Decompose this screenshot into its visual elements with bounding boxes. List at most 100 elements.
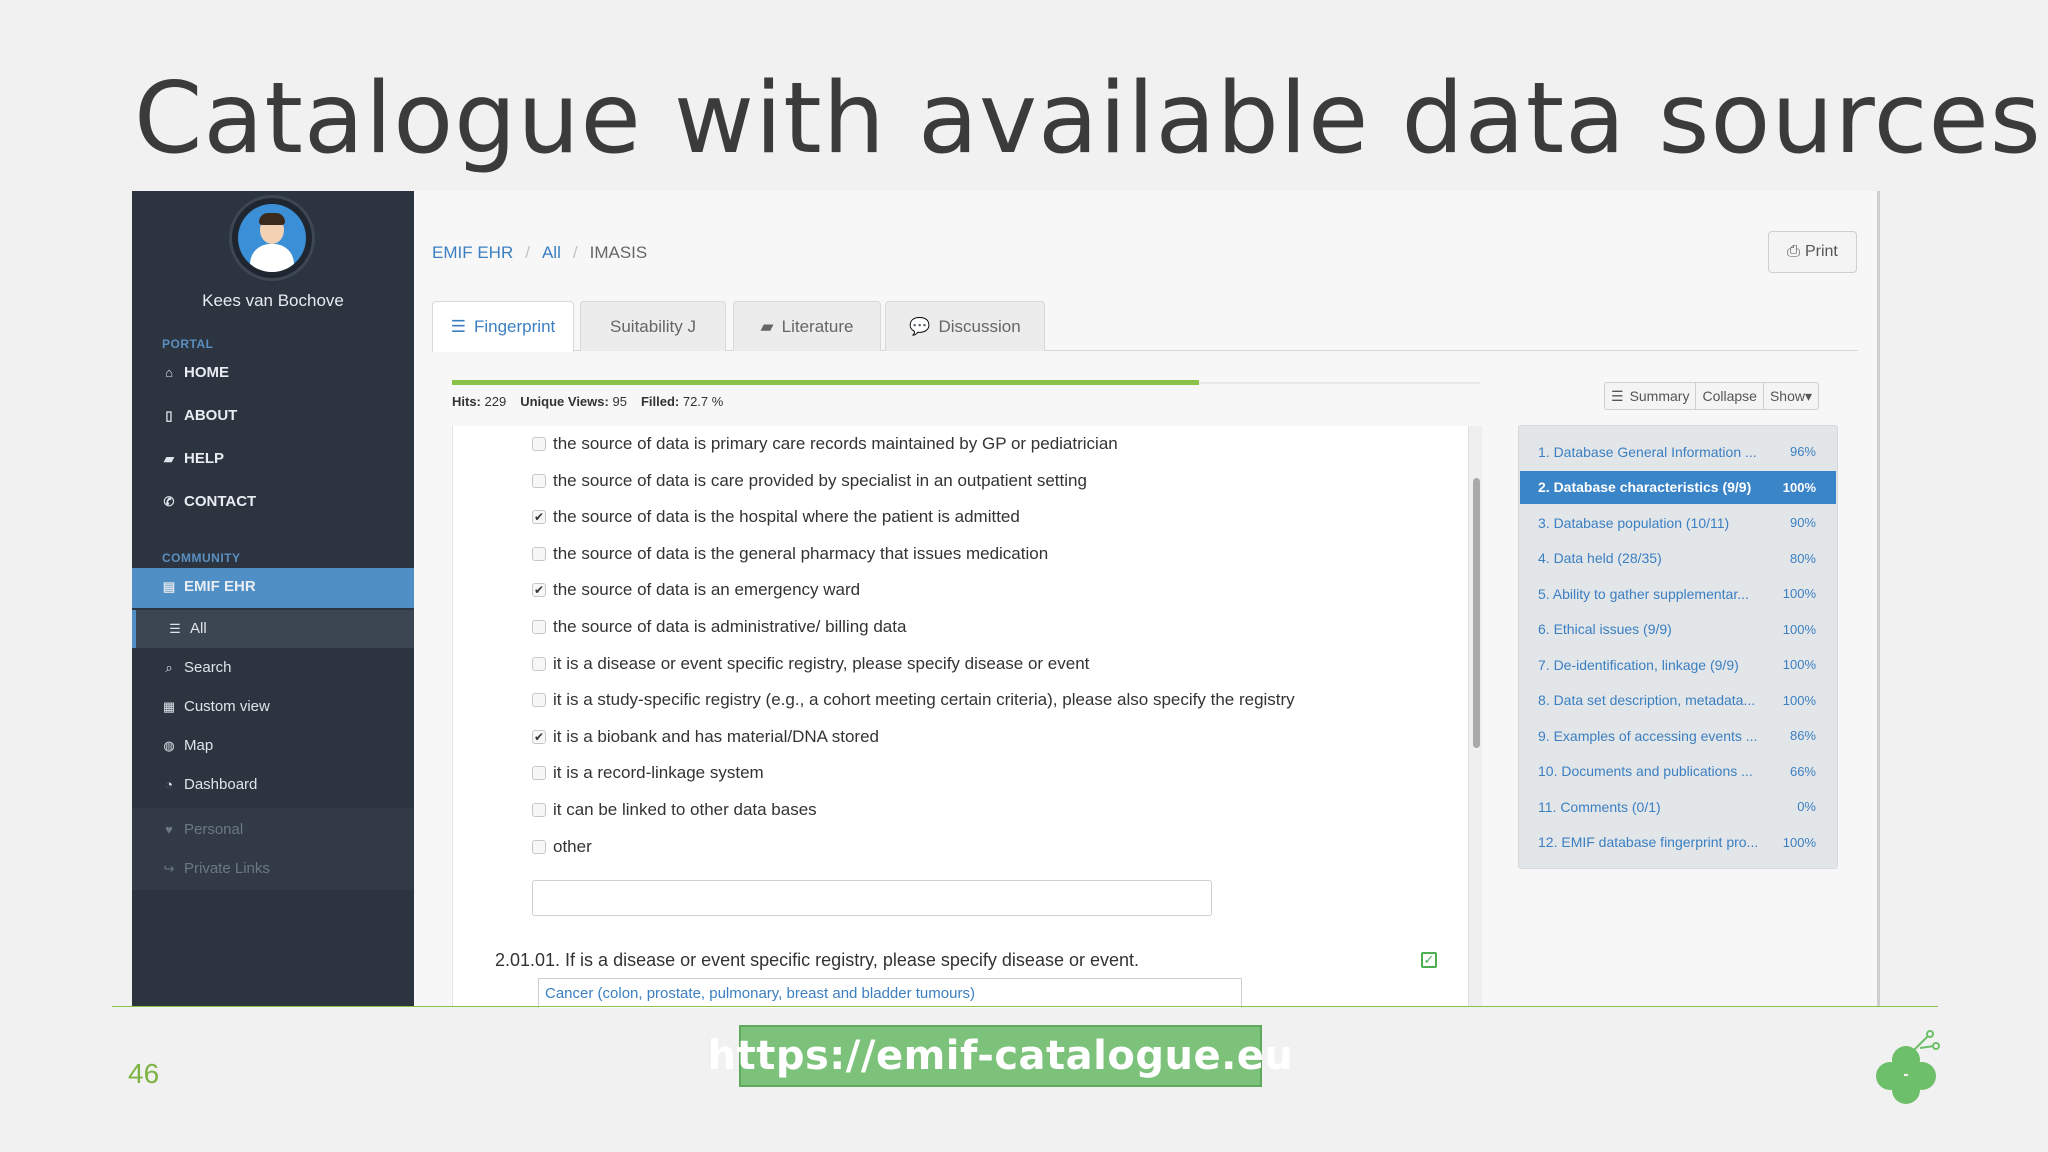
option-label: it is a record-linkage system [553, 763, 764, 783]
checkbox[interactable] [532, 656, 546, 671]
section-link[interactable]: 6. Ethical issues (9/9) 100% [1520, 613, 1836, 646]
breadcrumb-all[interactable]: All [542, 243, 561, 263]
sidebar-item-emif-ehr[interactable]: ▤ EMIF EHR [162, 578, 256, 595]
sidebar-item-custom-view[interactable]: ▦ Custom view [162, 698, 270, 715]
section-link[interactable]: 1. Database General Information ... 96% [1520, 435, 1836, 468]
section-link[interactable]: 12. EMIF database fingerprint pro... 100% [1520, 826, 1836, 859]
checkbox[interactable] [532, 839, 546, 854]
share-icon: ↪ [163, 860, 175, 876]
section-link[interactable]: 4. Data held (28/35) 80% [1520, 542, 1836, 575]
section-link[interactable]: 8. Data set description, metadata... 100% [1520, 684, 1836, 717]
option-row[interactable]: ✔ it is a biobank and has material/DNA st… [532, 727, 879, 747]
option-row[interactable]: ✔ the source of data is the hospital wher… [532, 507, 1020, 527]
checkbox[interactable] [532, 803, 546, 817]
section-label: 8. Data set description, metadata... [1538, 692, 1756, 708]
checked-checkbox[interactable]: ✔ [532, 510, 546, 525]
option-label: the source of data is the hospital where… [553, 507, 1020, 527]
tab-fingerprint[interactable]: ☰ Fingerprint [432, 301, 574, 352]
page-number: 46 [128, 1058, 160, 1089]
section-percent: 96% [1789, 444, 1816, 459]
section-label: 4. Data held (28/35) [1538, 550, 1662, 566]
phone-icon: ✆ [163, 493, 175, 509]
show-dropdown[interactable]: Show▾ [1764, 383, 1818, 409]
checkbox[interactable] [532, 437, 546, 451]
sidebar-item-contact[interactable]: ✆ CONTACT [162, 493, 257, 510]
section-link[interactable]: 11. Comments (0/1) 0% [1520, 790, 1836, 823]
avatar[interactable] [229, 195, 315, 281]
tab-suitability[interactable]: Suitability J [580, 301, 726, 351]
checkbox[interactable] [532, 766, 546, 781]
option-row[interactable]: it can be linked to other data bases [532, 800, 817, 820]
tab-discussion[interactable]: 💬 Discussion [885, 301, 1045, 351]
breadcrumb-separator: / [525, 243, 530, 262]
sidebar-item-home[interactable]: ⌂ HOME [162, 364, 229, 381]
section-percent: 100% [1782, 657, 1816, 672]
section-percent: 90% [1789, 515, 1816, 530]
breadcrumb-current: IMASIS [589, 243, 648, 262]
section-link[interactable]: 5. Ability to gather supplementar... 100% [1520, 577, 1836, 610]
option-label: the source of data is primary care recor… [553, 434, 1118, 453]
section-link[interactable]: 10. Documents and publications ... 66% [1520, 755, 1836, 788]
community-section-label: COMMUNITY [162, 551, 241, 565]
section-link[interactable]: 3. Database population (10/11) 90% [1520, 506, 1836, 539]
section-label: 6. Ethical issues (9/9) [1538, 621, 1672, 637]
option-row[interactable]: the source of data is care provided by s… [532, 471, 1087, 491]
sidebar-item-personal[interactable]: ♥ Personal [162, 821, 243, 838]
option-row[interactable]: it is a disease or event specific regist… [532, 654, 1089, 674]
section-label: 7. De-identification, linkage (9/9) [1538, 656, 1739, 673]
section-label: 1. Database General Information ... [1538, 443, 1757, 460]
option-row[interactable]: the source of data is administrative/ bi… [532, 617, 906, 637]
slide-title: Catalogue with available data sources [134, 62, 2042, 176]
summary-button[interactable]: ☰ Summary [1605, 383, 1697, 409]
list-icon: ☰ [450, 317, 466, 336]
section-percent: 100% [1782, 479, 1816, 495]
checkbox[interactable] [532, 473, 546, 488]
option-label: it can be linked to other data bases [553, 800, 817, 819]
fill-progress-bar [452, 380, 1480, 385]
section-link[interactable]: 9. Examples of accessing events ... 86% [1520, 719, 1836, 752]
sidebar-item-dashboard[interactable]: ◔ Dashboard [162, 776, 257, 793]
option-row[interactable]: it is a record-linkage system [532, 763, 764, 783]
option-row[interactable]: other [532, 837, 592, 857]
scroll-thumb[interactable] [1473, 478, 1480, 748]
book-icon: ▰ [760, 316, 774, 336]
sidebar-item-map[interactable]: ◍ Map [162, 737, 213, 754]
checked-checkbox[interactable]: ✔ [532, 583, 546, 598]
option-row[interactable]: it is a study-specific registry (e.g., a… [532, 690, 1295, 710]
breadcrumb-emif-ehr[interactable]: EMIF EHR [432, 243, 513, 263]
checkbox[interactable] [532, 546, 546, 561]
book-icon: ▰ [164, 450, 174, 466]
collapse-button[interactable]: Collapse [1696, 383, 1764, 409]
printer-icon: ⎙ [1787, 243, 1800, 260]
sidebar-item-help[interactable]: ▰ HELP [162, 450, 224, 467]
print-button[interactable]: ⎙ Print [1768, 231, 1857, 273]
sidebar-item-private-links[interactable]: ↪ Private Links [162, 860, 270, 877]
user-name: Kees van Bochove [202, 291, 344, 310]
sidebar-item-all[interactable]: ☰ All [168, 620, 207, 637]
views-value: 95 [612, 394, 627, 409]
answer-field[interactable]: Cancer (colon, prostate, pulmonary, brea… [538, 978, 1242, 1008]
sidebar-item-search[interactable]: ⌕ Search [162, 659, 231, 676]
form-scrollbar[interactable] [1468, 426, 1482, 1006]
section-label: 3. Database population (10/11) [1538, 514, 1730, 531]
filled-value: 72.7 % [682, 394, 724, 409]
section-percent: 100% [1782, 621, 1816, 637]
checkbox[interactable] [532, 693, 546, 708]
other-text-input[interactable] [532, 880, 1212, 916]
emif-logo-icon [1876, 1030, 1940, 1104]
checkbox[interactable] [532, 620, 546, 634]
section-label: 12. EMIF database fingerprint pro... [1538, 834, 1759, 850]
tab-literature[interactable]: ▰ Literature [733, 301, 881, 351]
option-row[interactable]: ✔ the source of data is an emergency ward [532, 580, 860, 600]
search-icon: ⌕ [165, 659, 173, 675]
section-percent: 100% [1782, 586, 1816, 601]
answered-check-icon: ✓ [1421, 952, 1437, 968]
checked-checkbox[interactable]: ✔ [532, 729, 546, 744]
section-link[interactable]: 7. De-identification, linkage (9/9) 100% [1520, 648, 1836, 681]
option-row[interactable]: the source of data is the general pharma… [532, 544, 1048, 564]
sidebar-item-about[interactable]: ▯ ABOUT [162, 407, 237, 424]
option-row[interactable]: the source of data is primary care recor… [532, 434, 1118, 454]
section-percent: 66% [1789, 763, 1816, 779]
section-link[interactable]: 2. Database characteristics (9/9) 100% [1520, 470, 1836, 504]
url-banner[interactable]: https://emif-catalogue.eu [708, 1025, 1293, 1087]
